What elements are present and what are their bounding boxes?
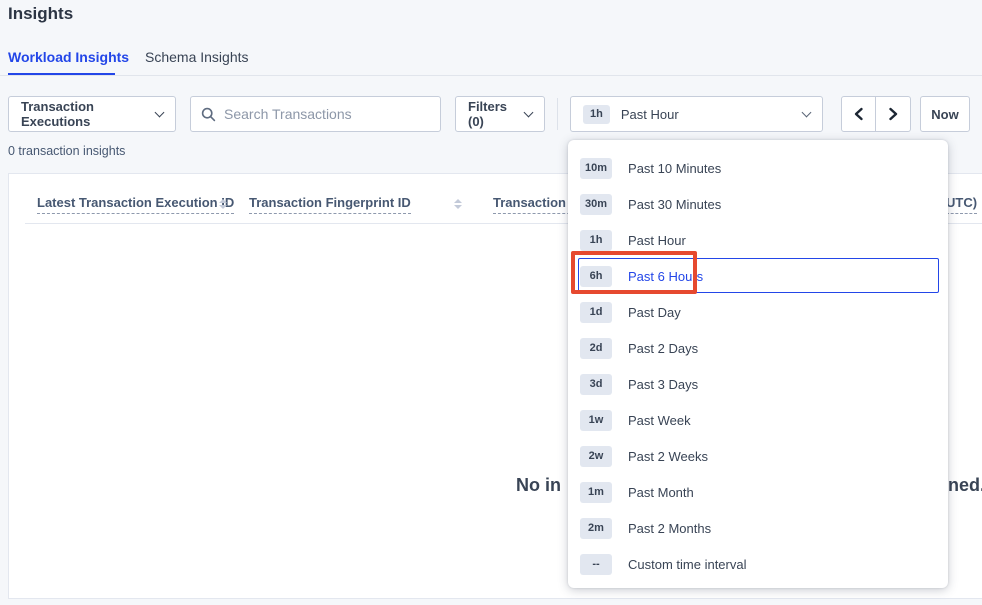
time-option-label: Past 2 Weeks [628, 449, 708, 464]
toolbar-divider [557, 98, 558, 130]
time-interval-option[interactable]: 2w Past 2 Weeks [568, 438, 948, 474]
workload-type-dropdown-button[interactable]: Transaction Executions [8, 96, 176, 132]
time-interval-option[interactable]: 1d Past Day [568, 294, 948, 330]
now-label: Now [931, 107, 958, 122]
column-header-latest-transaction-execution-id[interactable]: Latest Transaction Execution ID [37, 195, 234, 214]
time-option-badge: 2d [580, 338, 612, 359]
time-prev-button[interactable] [842, 97, 876, 131]
time-option-badge: 2w [580, 446, 612, 467]
search-input[interactable] [224, 106, 430, 122]
time-option-badge: 1w [580, 410, 612, 431]
chevron-down-icon [524, 107, 534, 117]
time-option-badge: 10m [580, 158, 612, 179]
time-option-badge: 2m [580, 518, 612, 539]
time-interval-option[interactable]: 6h Past 6 Hours [568, 258, 948, 294]
sort-icon[interactable] [454, 199, 462, 209]
time-option-badge: 1m [580, 482, 612, 503]
empty-state-text-right: ned. [948, 475, 982, 496]
time-interval-picker[interactable]: 1h Past Hour [570, 96, 823, 132]
time-option-label: Custom time interval [628, 557, 746, 572]
time-interval-option[interactable]: -- Custom time interval [568, 546, 948, 582]
time-nav-arrows [841, 96, 911, 132]
chevron-left-icon [853, 107, 865, 121]
chevron-down-icon [155, 107, 165, 117]
time-interval-label: Past Hour [621, 107, 793, 122]
time-interval-option[interactable]: 10m Past 10 Minutes [568, 150, 948, 186]
chevron-down-icon [802, 107, 812, 117]
filters-button[interactable]: Filters (0) [455, 96, 545, 132]
time-option-label: Past Hour [628, 233, 686, 248]
time-option-badge: 3d [580, 374, 612, 395]
tabs-divider [0, 75, 982, 76]
search-box[interactable] [190, 96, 441, 132]
insights-page: Insights Workload Insights Schema Insigh… [0, 0, 982, 605]
time-option-label: Past 3 Days [628, 377, 698, 392]
time-interval-dropdown-menu: 10m Past 10 Minutes 30m Past 30 Minutes … [568, 140, 948, 588]
filters-label: Filters (0) [468, 99, 515, 129]
column-header-utc-truncated[interactable]: UTC) [946, 195, 977, 214]
search-icon [201, 107, 216, 122]
time-interval-option[interactable]: 30m Past 30 Minutes [568, 186, 948, 222]
time-option-label: Past 30 Minutes [628, 197, 721, 212]
time-interval-option[interactable]: 1h Past Hour [568, 222, 948, 258]
time-interval-option[interactable]: 2d Past 2 Days [568, 330, 948, 366]
insights-count-text: 0 transaction insights [8, 144, 125, 158]
time-next-button[interactable] [876, 97, 910, 131]
chevron-right-icon [887, 107, 899, 121]
tab-workload-insights[interactable]: Workload Insights [8, 49, 129, 65]
time-option-badge: 30m [580, 194, 612, 215]
column-header-transaction-fingerprint-id[interactable]: Transaction Fingerprint ID [249, 195, 411, 214]
time-interval-option[interactable]: 1w Past Week [568, 402, 948, 438]
time-option-badge: -- [580, 554, 612, 575]
workload-type-label: Transaction Executions [21, 99, 146, 129]
now-button[interactable]: Now [920, 96, 970, 132]
time-interval-badge: 1h [583, 105, 610, 124]
page-title: Insights [8, 4, 73, 24]
time-option-label: Past Month [628, 485, 694, 500]
time-option-label: Past 6 Hours [628, 269, 703, 284]
time-interval-option[interactable]: 1m Past Month [568, 474, 948, 510]
time-option-label: Past Week [628, 413, 691, 428]
empty-state-text-left: No in [516, 475, 561, 496]
time-option-label: Past 10 Minutes [628, 161, 721, 176]
time-interval-option[interactable]: 3d Past 3 Days [568, 366, 948, 402]
time-option-badge: 6h [580, 266, 612, 287]
time-option-label: Past 2 Days [628, 341, 698, 356]
tab-schema-insights[interactable]: Schema Insights [145, 49, 249, 65]
time-option-badge: 1d [580, 302, 612, 323]
sort-icon[interactable] [219, 199, 227, 209]
time-option-label: Past 2 Months [628, 521, 711, 536]
time-option-badge: 1h [580, 230, 612, 251]
time-option-label: Past Day [628, 305, 681, 320]
time-interval-option[interactable]: 2m Past 2 Months [568, 510, 948, 546]
